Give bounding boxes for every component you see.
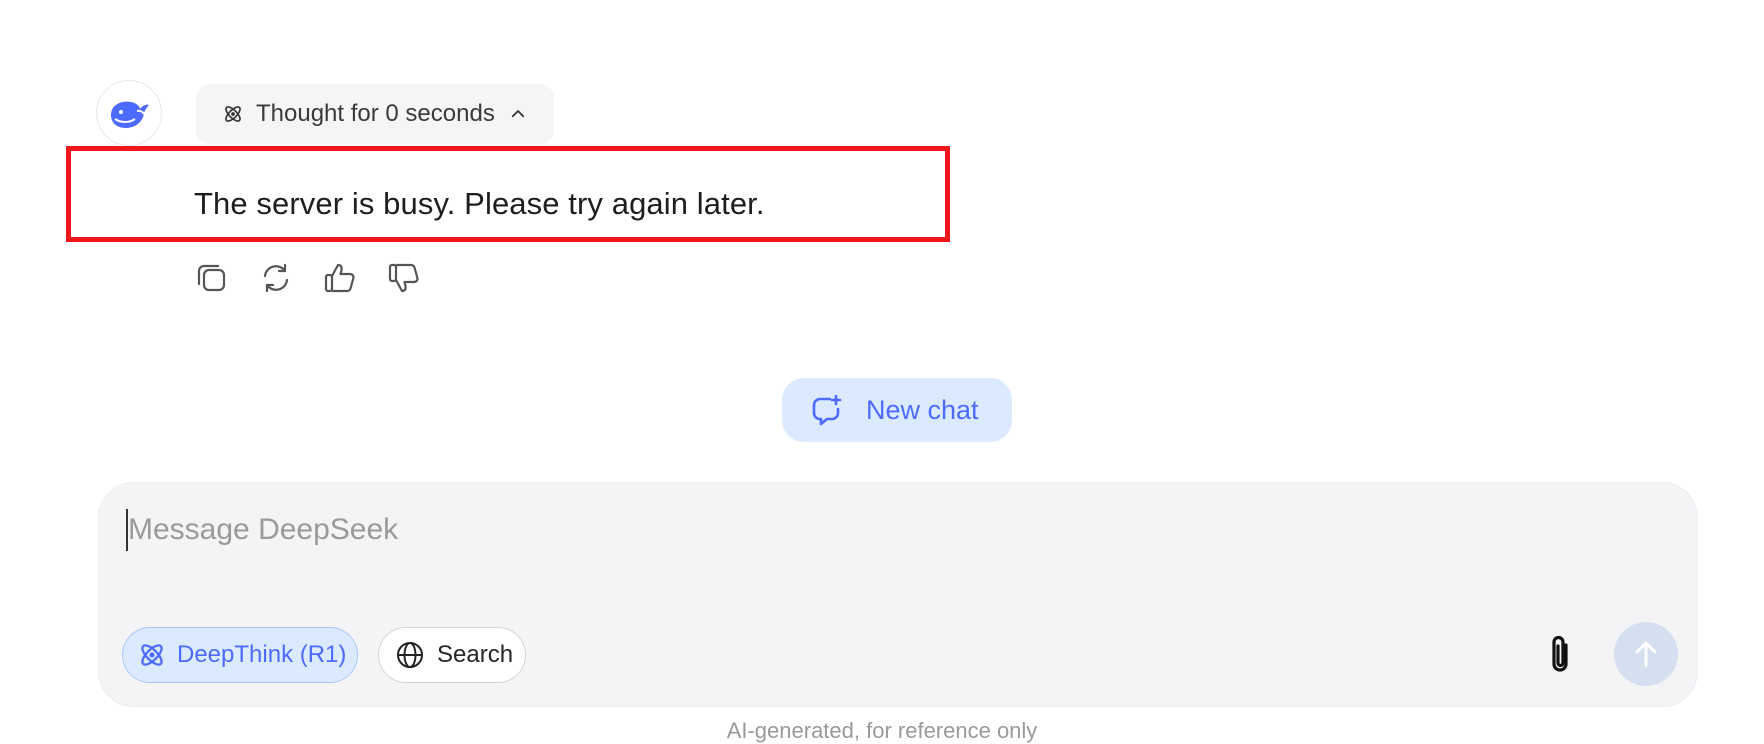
assistant-avatar — [96, 80, 162, 146]
search-label: Search — [437, 641, 514, 668]
atom-icon — [141, 644, 163, 666]
thumbs-up-button[interactable] — [320, 258, 360, 298]
deepthink-label: DeepThink (R1) — [177, 641, 347, 668]
text-caret — [126, 509, 128, 551]
atom-icon — [225, 106, 241, 122]
thumbs-down-icon — [388, 263, 419, 293]
search-toggle[interactable]: Search — [378, 627, 526, 683]
thumbs-up-icon — [324, 263, 355, 293]
copy-icon — [197, 264, 226, 292]
attach-button[interactable] — [1538, 628, 1582, 682]
send-button[interactable] — [1614, 622, 1678, 686]
chevron-up-icon — [509, 105, 527, 123]
message-actions — [192, 258, 424, 298]
new-chat-label: New chat — [866, 394, 979, 425]
deepthink-toggle[interactable]: DeepThink (R1) — [122, 627, 358, 683]
assistant-message: The server is busy. Please try again lat… — [194, 186, 765, 221]
copy-button[interactable] — [192, 258, 232, 298]
footer-disclaimer: AI-generated, for reference only — [726, 718, 1038, 743]
thumbs-down-button[interactable] — [384, 258, 424, 298]
new-chat-button[interactable]: New chat — [782, 378, 1012, 442]
globe-icon — [397, 642, 423, 668]
regenerate-button[interactable] — [256, 258, 296, 298]
new-chat-icon — [812, 394, 842, 426]
deepseek-whale-icon — [111, 101, 149, 128]
thinking-toggle[interactable]: Thought for 0 seconds — [196, 84, 554, 144]
message-input[interactable] — [124, 504, 1628, 556]
arrow-up-icon — [1635, 641, 1657, 667]
thinking-label: Thought for 0 seconds — [256, 100, 495, 127]
paperclip-icon — [1552, 635, 1568, 672]
regenerate-icon — [263, 263, 289, 293]
